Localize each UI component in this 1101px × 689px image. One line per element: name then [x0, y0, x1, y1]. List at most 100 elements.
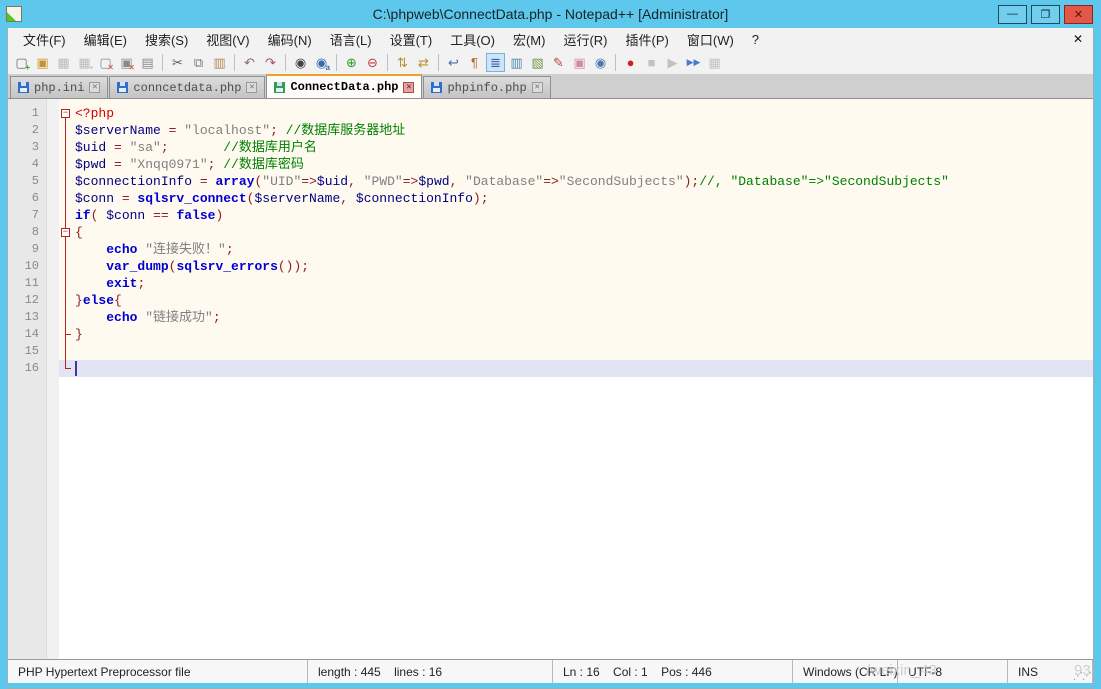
code-line-4[interactable]: $pwd = "Xnqq0971"; //数据库密码	[59, 156, 1093, 173]
menu-item-3[interactable]: 视图(V)	[197, 28, 258, 51]
code-line-16[interactable]	[59, 360, 1093, 377]
title-bar[interactable]: C:\phpweb\ConnectData.php - Notepad++ [A…	[0, 0, 1101, 28]
bookmark-margin[interactable]	[46, 99, 59, 659]
menu-bar: 文件(F)编辑(E)搜索(S)视图(V)编码(N)语言(L)设置(T)工具(O)…	[8, 28, 1093, 50]
save-icon[interactable]: ▦	[54, 53, 73, 72]
tab-ConnectData-php[interactable]: ConnectData.php✕	[266, 74, 422, 98]
saved-file-icon	[431, 82, 442, 93]
menu-item-6[interactable]: 设置(T)	[381, 28, 442, 51]
menu-item-7[interactable]: 工具(O)	[441, 28, 504, 51]
code-line-2[interactable]: $serverName = "localhost"; //数据库服务器地址	[59, 122, 1093, 139]
zoom-in-icon[interactable]: ⊕	[342, 53, 361, 72]
menu-item-10[interactable]: 插件(P)	[617, 28, 678, 51]
menu-item-0[interactable]: 文件(F)	[14, 28, 75, 51]
function-list-icon[interactable]: ▧	[528, 53, 547, 72]
replace-icon[interactable]: ◉a	[312, 53, 331, 72]
new-file-icon[interactable]: ▢+	[12, 53, 31, 72]
menu-close-icon[interactable]: ✕	[1073, 32, 1083, 46]
show-all-chars-icon[interactable]: ¶	[465, 53, 484, 72]
status-eol-format[interactable]: Windows (CR LF)	[793, 660, 898, 683]
maximize-button[interactable]: ❐	[1031, 5, 1060, 24]
macro-record-icon[interactable]: ●	[621, 53, 640, 72]
resize-grip[interactable]: ⋰⋰	[1073, 671, 1091, 682]
saved-file-icon	[274, 82, 285, 93]
menu-item-11[interactable]: 窗口(W)	[678, 28, 743, 51]
word-wrap-icon[interactable]: ↩	[444, 53, 463, 72]
indent-guide-icon[interactable]: ≣	[486, 53, 505, 72]
menu-item-4[interactable]: 编码(N)	[259, 28, 321, 51]
edit-pencil-icon[interactable]: ✎	[549, 53, 568, 72]
menu-item-9[interactable]: 运行(R)	[554, 28, 616, 51]
status-caret-position: Ln : 16 Col : 1 Pos : 446	[553, 660, 793, 683]
tab-phpinfo-php[interactable]: phpinfo.php✕	[423, 76, 550, 98]
sync-horizontal-scroll-icon[interactable]: ⇄	[414, 53, 433, 72]
menu-item-8[interactable]: 宏(M)	[504, 28, 555, 51]
print-icon[interactable]: ▤	[138, 53, 157, 72]
code-line-10[interactable]: var_dump(sqlsrv_errors());	[59, 258, 1093, 275]
tab-bar: php.ini✕conncetdata.php✕ConnectData.php✕…	[8, 74, 1093, 98]
open-file-icon[interactable]: ▣	[33, 53, 52, 72]
monitoring-eye-icon[interactable]: ◉	[591, 53, 610, 72]
code-line-5[interactable]: $connectionInfo = array("UID"=>$uid, "PW…	[59, 173, 1093, 190]
tab-label: conncetdata.php	[133, 81, 241, 95]
line-number: 13	[8, 309, 46, 326]
folder-workspace-icon[interactable]: ▣	[570, 53, 589, 72]
toolbar-separator	[387, 54, 388, 71]
status-encoding[interactable]: UTF-8	[898, 660, 1008, 683]
paste-icon[interactable]: ▥	[210, 53, 229, 72]
cut-icon[interactable]: ✂	[168, 53, 187, 72]
tab-close-icon[interactable]: ✕	[246, 82, 257, 93]
menu-item-2[interactable]: 搜索(S)	[136, 28, 197, 51]
code-line-6[interactable]: $conn = sqlsrv_connect($serverName, $con…	[59, 190, 1093, 207]
fold-collapse-icon[interactable]: −	[59, 105, 73, 122]
fold-guide	[59, 190, 73, 207]
tab-conncetdata-php[interactable]: conncetdata.php ✕	[109, 76, 265, 98]
menu-item-5[interactable]: 语言(L)	[321, 28, 381, 51]
sync-vertical-scroll-icon[interactable]: ⇅	[393, 53, 412, 72]
close-all-icon[interactable]: ▣✕	[117, 53, 136, 72]
zoom-out-icon[interactable]: ⊖	[363, 53, 382, 72]
copy-icon[interactable]: ⧉	[189, 53, 208, 72]
code-line-8[interactable]: −{	[59, 224, 1093, 241]
find-icon[interactable]: ◉	[291, 53, 310, 72]
code-line-14[interactable]: }	[59, 326, 1093, 343]
line-number: 5	[8, 173, 46, 190]
fold-guide	[59, 275, 73, 292]
macro-run-multiple-icon[interactable]: ▶▶	[684, 53, 703, 72]
code-line-1[interactable]: −<?php	[59, 105, 1093, 122]
redo-icon[interactable]: ↷	[261, 53, 280, 72]
line-number: 16	[8, 360, 46, 377]
menu-item-1[interactable]: 编辑(E)	[75, 28, 136, 51]
line-number: 11	[8, 275, 46, 292]
tab-close-icon[interactable]: ✕	[403, 82, 414, 93]
line-number: 4	[8, 156, 46, 173]
macro-play-icon[interactable]: ▶	[663, 53, 682, 72]
code-line-3[interactable]: $uid = "sa"; //数据库用户名	[59, 139, 1093, 156]
tab-close-icon[interactable]: ✕	[532, 82, 543, 93]
line-number: 8	[8, 224, 46, 241]
saved-file-icon	[18, 82, 29, 93]
code-area[interactable]: −<?php$serverName = "localhost"; //数据库服务…	[59, 99, 1093, 659]
menu-item-12[interactable]: ?	[743, 30, 768, 49]
doc-map-icon[interactable]: ▥	[507, 53, 526, 72]
editor[interactable]: 12345678910111213141516 −<?php$serverNam…	[8, 98, 1093, 659]
code-line-11[interactable]: exit;	[59, 275, 1093, 292]
fold-collapse-icon[interactable]: −	[59, 224, 73, 241]
minimize-button[interactable]: —	[998, 5, 1027, 24]
code-line-12[interactable]: }else{	[59, 292, 1093, 309]
close-file-icon[interactable]: ▢✕	[96, 53, 115, 72]
code-line-9[interactable]: echo "连接失败！";	[59, 241, 1093, 258]
toolbar-separator	[336, 54, 337, 71]
tab-php-ini[interactable]: php.ini✕	[10, 76, 108, 98]
save-all-icon[interactable]: ▦▪	[75, 53, 94, 72]
code-line-15[interactable]	[59, 343, 1093, 360]
tab-close-icon[interactable]: ✕	[89, 82, 100, 93]
fold-guide	[59, 309, 73, 326]
toolbar-separator	[285, 54, 286, 71]
macro-stop-icon[interactable]: ■	[642, 53, 661, 72]
code-line-13[interactable]: echo "链接成功";	[59, 309, 1093, 326]
undo-icon[interactable]: ↶	[240, 53, 259, 72]
macro-save-icon[interactable]: ▦	[705, 53, 724, 72]
close-button[interactable]: ✕	[1064, 5, 1093, 24]
code-line-7[interactable]: if( $conn == false)	[59, 207, 1093, 224]
